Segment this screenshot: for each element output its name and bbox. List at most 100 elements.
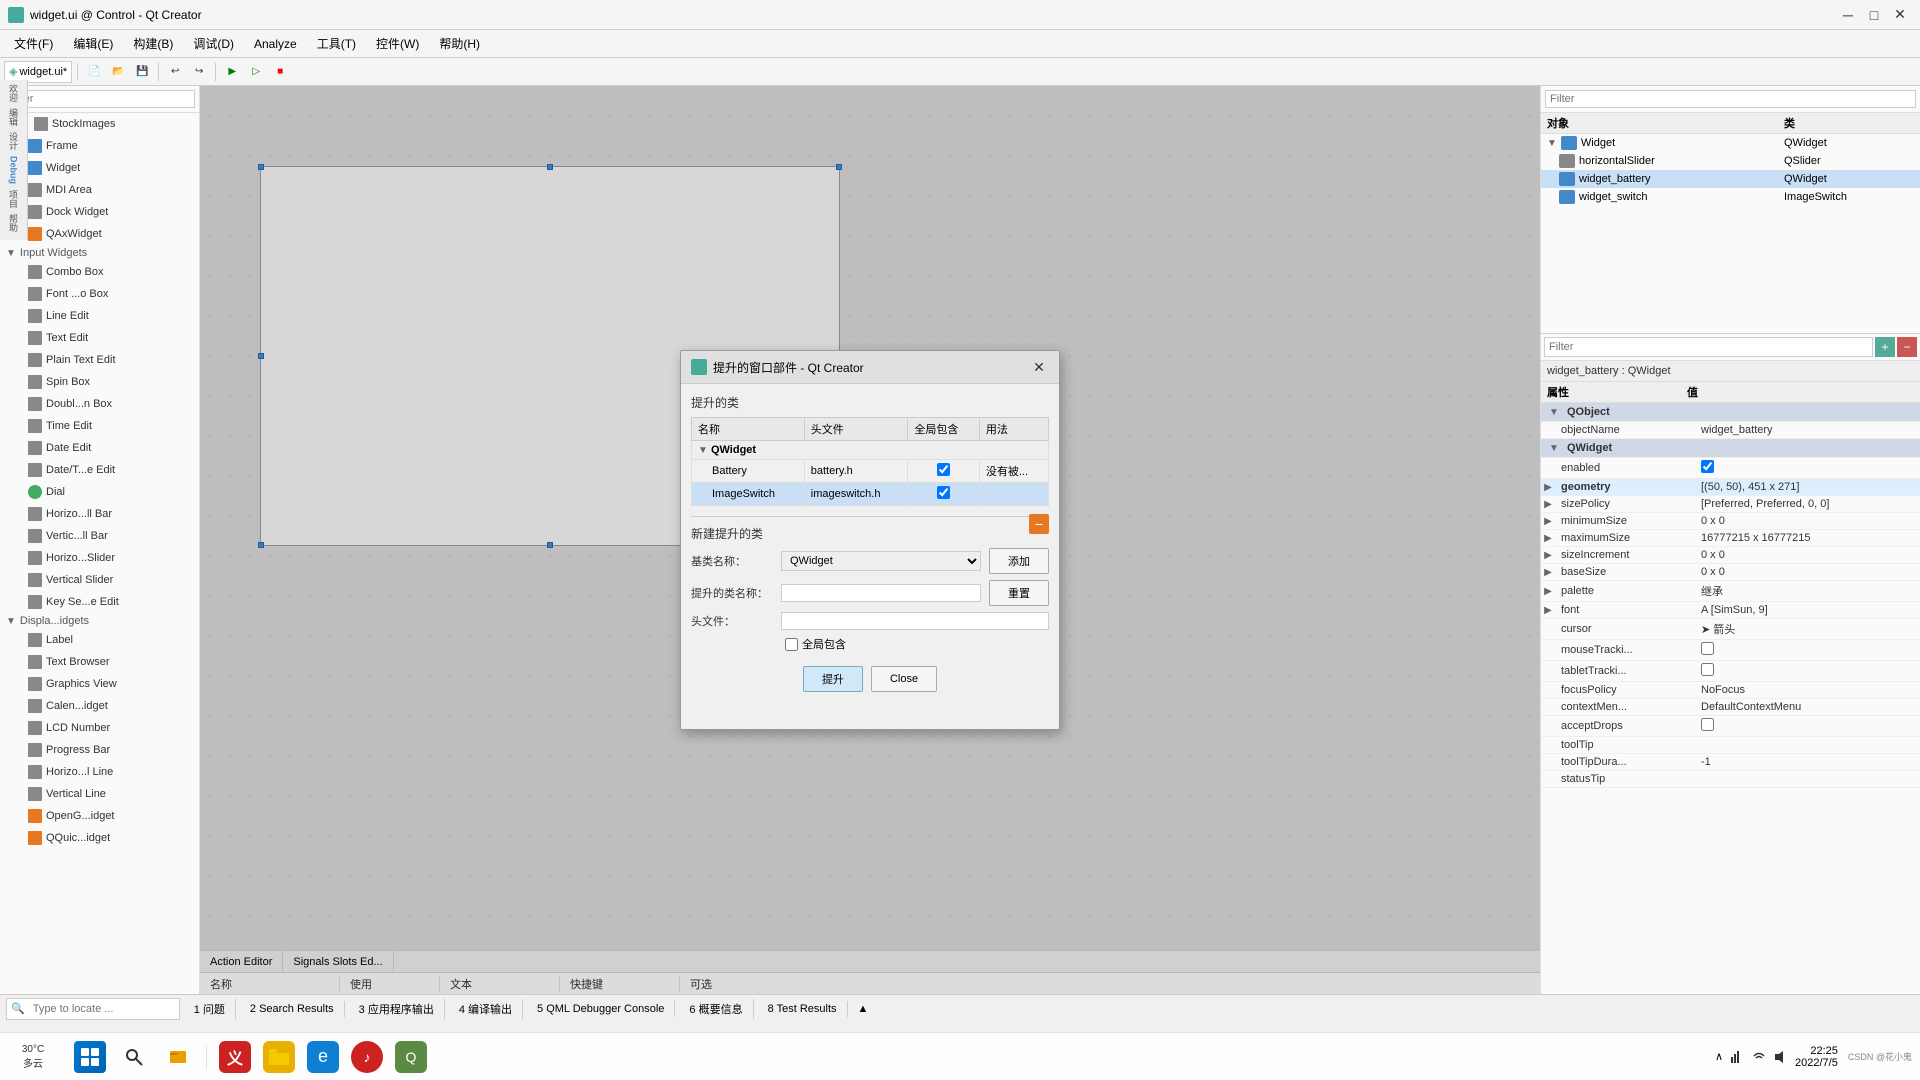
menu-debug[interactable]: 调试(D) xyxy=(183,31,244,56)
close-button[interactable]: Close xyxy=(871,666,937,692)
status-tab-test[interactable]: 8 Test Results xyxy=(758,1001,848,1017)
sidebar-item-lcdnumber[interactable]: LCD Number xyxy=(0,717,199,739)
status-tab-problems[interactable]: 1 问题 xyxy=(184,999,236,1019)
status-tab-qml[interactable]: 5 QML Debugger Console xyxy=(527,1001,675,1017)
sidebar-item-timeedit[interactable]: Time Edit xyxy=(0,415,199,437)
sidebar-item-keyseq[interactable]: Key Se...e Edit xyxy=(0,591,199,613)
status-tab-appout[interactable]: 3 应用程序输出 xyxy=(349,999,445,1019)
sidebar-item-hslider[interactable]: Horizo...Slider xyxy=(0,547,199,569)
taskbar-filemanager-button[interactable] xyxy=(259,1037,299,1077)
props-mousetracking[interactable]: mouseTracki... xyxy=(1541,640,1920,661)
toolbar-open[interactable]: 📂 xyxy=(107,61,129,83)
start-button[interactable] xyxy=(70,1037,110,1077)
sidebar-item-opengl[interactable]: OpenG...idget xyxy=(0,805,199,827)
sidebar-item-hline[interactable]: Horizo...l Line xyxy=(0,761,199,783)
expand-minsize-icon[interactable]: ▶ xyxy=(1541,516,1555,527)
props-sizepolicy[interactable]: ▶ sizePolicy [Preferred, Preferred, 0, 0… xyxy=(1541,496,1920,513)
expand-sizepolicy-icon[interactable]: ▶ xyxy=(1541,499,1555,510)
props-add-button[interactable]: + xyxy=(1875,337,1895,357)
menu-help[interactable]: 帮助(H) xyxy=(429,31,490,56)
props-geometry[interactable]: ▶ geometry [(50, 50), 451 x 271] xyxy=(1541,479,1920,496)
expand-palette-icon[interactable]: ▶ xyxy=(1541,586,1555,597)
sidebar-item-qaxwidget[interactable]: QAxWidget xyxy=(0,223,199,245)
file-tab-label[interactable]: widget.ui* xyxy=(19,66,67,78)
sidebar-item-spinbox[interactable]: Spin Box xyxy=(0,371,199,393)
props-cursor[interactable]: cursor ➤ 箭头 xyxy=(1541,619,1920,640)
expand-geometry-icon[interactable]: ▶ xyxy=(1541,482,1555,493)
props-tablettracking[interactable]: tabletTracki... xyxy=(1541,661,1920,682)
sidebar-item-hscrollbar[interactable]: Horizo...ll Bar xyxy=(0,503,199,525)
taskbar-clock[interactable]: 22:25 2022/7/5 xyxy=(1795,1045,1838,1069)
taskbar-edge-button[interactable]: e xyxy=(303,1037,343,1077)
sidebar-item-widget[interactable]: Widget xyxy=(0,157,199,179)
minimize-button[interactable]: ─ xyxy=(1836,5,1860,25)
props-section-qwidget[interactable]: ▼ QWidget xyxy=(1541,439,1920,458)
status-tab-compileout[interactable]: 4 编译输出 xyxy=(449,999,523,1019)
base-class-combo[interactable]: QWidget xyxy=(781,551,981,571)
sidebar-item-dockwidget[interactable]: Dock Widget xyxy=(0,201,199,223)
props-sizeinc[interactable]: ▶ sizeIncrement 0 x 0 xyxy=(1541,547,1920,564)
sidebar-item-fontbox[interactable]: Font ...o Box xyxy=(0,283,199,305)
props-remove-button[interactable]: − xyxy=(1897,337,1917,357)
expand-sizeinc-icon[interactable]: ▶ xyxy=(1541,550,1555,561)
sidebar-section-display[interactable]: ▼ Displa...idgets xyxy=(0,613,199,629)
table-battery-row[interactable]: Battery battery.h 没有被... xyxy=(692,460,1049,483)
table-imageswitch-row[interactable]: ImageSwitch imageswitch.h xyxy=(692,483,1049,506)
imageswitch-global-include[interactable] xyxy=(937,486,950,499)
sidebar-item-graphicsview[interactable]: Graphics View xyxy=(0,673,199,695)
sidebar-item-vslider[interactable]: Vertical Slider xyxy=(0,569,199,591)
status-tab-overview[interactable]: 6 概要信息 xyxy=(679,999,753,1019)
tree-item-switch[interactable]: widget_switch ImageSwitch xyxy=(1541,188,1920,206)
expand-font-icon[interactable]: ▶ xyxy=(1541,605,1555,616)
sidebar-item-vline[interactable]: Vertical Line xyxy=(0,783,199,805)
base-class-select[interactable]: QWidget xyxy=(781,551,981,571)
props-contextmenu[interactable]: contextMen... DefaultContextMenu xyxy=(1541,699,1920,716)
sidebar-item-combobox[interactable]: Combo Box xyxy=(0,261,199,283)
maximize-button[interactable]: □ xyxy=(1862,5,1886,25)
sidebar-item-frame[interactable]: Frame xyxy=(0,135,199,157)
expand-maxsize-icon[interactable]: ▶ xyxy=(1541,533,1555,544)
table-root-row[interactable]: ▼ QWidget xyxy=(692,441,1049,460)
sidebar-item-lineedit[interactable]: Line Edit xyxy=(0,305,199,327)
menu-tools[interactable]: 工具(T) xyxy=(307,31,366,56)
battery-global-include[interactable] xyxy=(937,463,950,476)
toolbar-save[interactable]: 💾 xyxy=(131,61,153,83)
tree-item-hslider[interactable]: horizontalSlider QSlider xyxy=(1541,152,1920,170)
props-font[interactable]: ▶ font A [SimSun, 9] xyxy=(1541,602,1920,619)
toolbar-stop[interactable]: ■ xyxy=(269,61,291,83)
sidebar-filter-input[interactable] xyxy=(4,90,195,108)
close-button[interactable]: ✕ xyxy=(1888,5,1912,25)
sidebar-item-dial[interactable]: Dial xyxy=(0,481,199,503)
toolbar-new[interactable]: 📄 xyxy=(83,61,105,83)
taskbar-search-button[interactable] xyxy=(114,1037,154,1077)
sidebar-item-plaintextedit[interactable]: Plain Text Edit xyxy=(0,349,199,371)
header-file-input[interactable] xyxy=(781,612,1049,630)
toolbar-redo[interactable]: ↪ xyxy=(188,61,210,83)
tablettracking-checkbox[interactable] xyxy=(1701,663,1714,676)
props-acceptdrops[interactable]: acceptDrops xyxy=(1541,716,1920,737)
sidebar-item-qquick[interactable]: QQuic...idget xyxy=(0,827,199,849)
reset-button[interactable]: 重置 xyxy=(989,580,1049,606)
props-palette[interactable]: ▶ palette 继承 xyxy=(1541,581,1920,602)
props-minsize[interactable]: ▶ minimumSize 0 x 0 xyxy=(1541,513,1920,530)
props-maxsize[interactable]: ▶ maximumSize 16777215 x 16777215 xyxy=(1541,530,1920,547)
status-tab-search[interactable]: 2 Search Results xyxy=(240,1001,345,1017)
sidebar-item-vscrollbar[interactable]: Vertic...ll Bar xyxy=(0,525,199,547)
props-section-qobject[interactable]: ▼ QObject xyxy=(1541,403,1920,422)
toolbar-undo[interactable]: ↩ xyxy=(164,61,186,83)
sidebar-item-label[interactable]: Label xyxy=(0,629,199,651)
expand-basesize-icon[interactable]: ▶ xyxy=(1541,567,1555,578)
canvas-area[interactable]: Action Editor Signals Slots Ed... 名称 使用 … xyxy=(200,86,1540,994)
props-tooltip[interactable]: toolTip xyxy=(1541,737,1920,754)
menu-analyze[interactable]: Analyze xyxy=(244,33,307,55)
props-filter-input[interactable] xyxy=(1544,337,1873,357)
promote-button[interactable]: 提升 xyxy=(803,666,863,692)
props-objectname[interactable]: objectName widget_battery xyxy=(1541,422,1920,439)
toolbar-run[interactable]: ▶ xyxy=(221,61,243,83)
props-focuspolicy[interactable]: focusPolicy NoFocus xyxy=(1541,682,1920,699)
sidebar-item-doublespinbox[interactable]: Doubl...n Box xyxy=(0,393,199,415)
tray-up-icon[interactable]: ∧ xyxy=(1715,1050,1723,1063)
sidebar-item-textbrowser[interactable]: Text Browser xyxy=(0,651,199,673)
taskbar-music-button[interactable]: ♪ xyxy=(347,1037,387,1077)
sidebar-item-dateedit[interactable]: Date Edit xyxy=(0,437,199,459)
